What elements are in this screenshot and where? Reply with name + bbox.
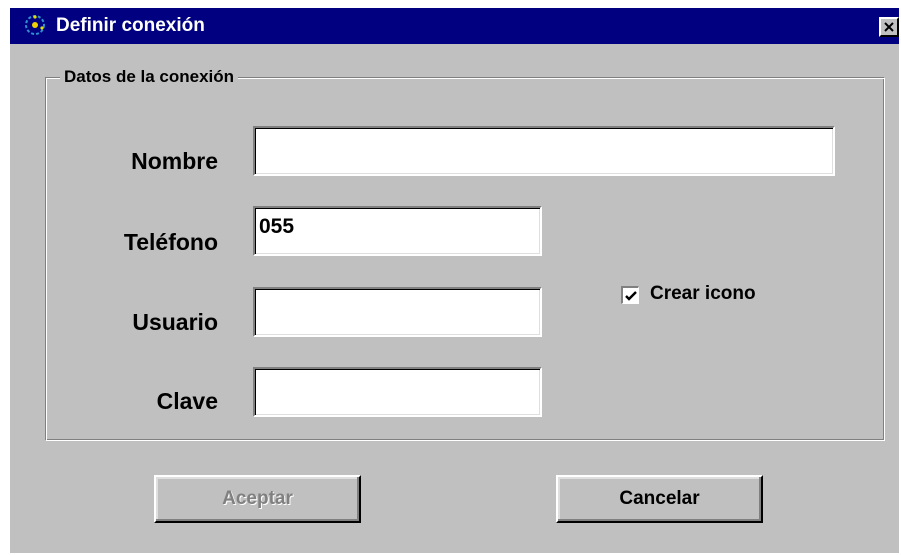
- clave-label: Clave: [156, 388, 218, 414]
- crear-icono-label[interactable]: Crear icono: [650, 283, 756, 305]
- telefono-label: Teléfono: [123, 229, 218, 255]
- checkmark-icon: [625, 291, 637, 301]
- crear-icono-checkbox[interactable]: [621, 286, 639, 304]
- globe-icon: [24, 14, 46, 36]
- usuario-field[interactable]: [253, 287, 542, 337]
- group-legend: Datos de la conexión: [60, 66, 239, 88]
- title-bar[interactable]: Definir conexión: [10, 8, 899, 44]
- nombre-field[interactable]: [253, 126, 835, 176]
- dialog-window: Definir conexión Datos de la conexión No…: [10, 8, 899, 553]
- telefono-field[interactable]: 055: [253, 206, 542, 256]
- close-button[interactable]: [879, 17, 899, 37]
- nombre-label: Nombre: [131, 148, 218, 174]
- accept-button[interactable]: Aceptar: [154, 475, 361, 523]
- clave-field[interactable]: [253, 367, 542, 417]
- usuario-label: Usuario: [132, 309, 218, 335]
- close-icon: [884, 22, 894, 32]
- cancel-button[interactable]: Cancelar: [556, 475, 763, 523]
- window-title: Definir conexión: [56, 15, 205, 36]
